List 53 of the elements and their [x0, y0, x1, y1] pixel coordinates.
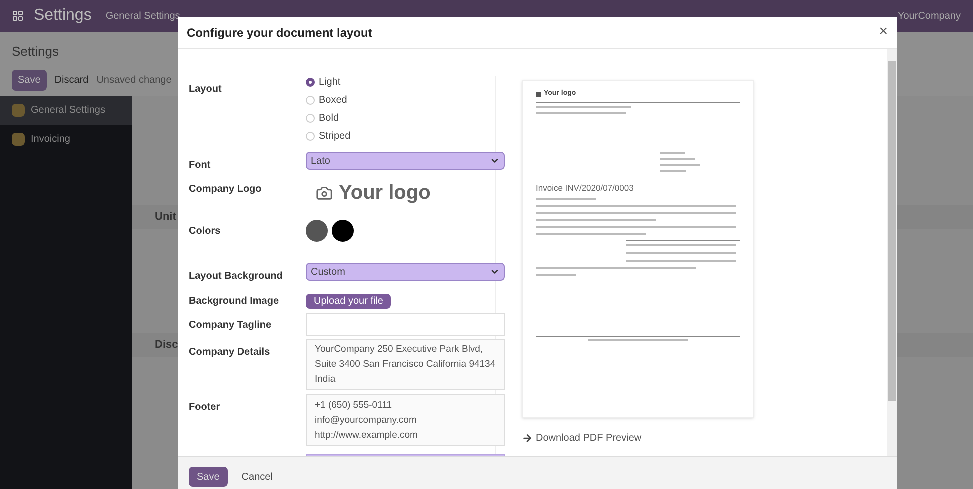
page-title: Settings — [12, 43, 60, 61]
text-line: YourCompany 250 Executive Park Blvd, — [315, 343, 484, 357]
invoice-title: Invoice INV/2020/07/0003 — [536, 182, 635, 194]
field-label: Company Tagline — [189, 320, 272, 331]
save-button[interactable]: Save — [189, 467, 228, 487]
chevron-down-icon — [490, 267, 500, 277]
apps-menu-icon[interactable] — [12, 10, 24, 22]
text-line: Suite 3400 San Francisco California 94134 — [315, 358, 496, 372]
field-label: Layout Background — [189, 271, 283, 282]
module-icon — [12, 104, 25, 117]
logo-placeholder[interactable]: Your logo — [339, 178, 431, 208]
chevron-down-icon — [490, 156, 500, 166]
radio-label: Light — [319, 76, 341, 90]
close-button[interactable]: × — [879, 21, 888, 44]
company-name: YourCompany — [898, 10, 961, 24]
unsaved-changes-text: Unsaved change — [96, 74, 172, 88]
text-line: info@yourcompany.com — [315, 414, 418, 428]
field-label: Company Details — [189, 347, 270, 358]
text-line: http://www.example.com — [315, 428, 419, 442]
tagline-input[interactable] — [306, 312, 505, 336]
discard-button[interactable]: Discard — [54, 72, 89, 88]
download-pdf-preview-link[interactable]: Download PDF Preview — [522, 431, 754, 446]
sidebar-item[interactable]: Invoicing — [0, 125, 132, 154]
breadcrumb-link[interactable]: General Settings — [106, 8, 180, 24]
radio-label: Striped — [319, 130, 351, 144]
sidebar-item[interactable]: General Settings — [0, 96, 132, 125]
module-icon — [12, 133, 25, 146]
field-label: Background Image — [189, 296, 280, 307]
radio-label: Bold — [319, 112, 340, 126]
text-line: India — [315, 373, 337, 387]
field-label: Layout — [189, 84, 222, 95]
arrow-right-icon — [522, 433, 533, 444]
app-title: Settings — [34, 6, 92, 26]
radio-label: Boxed — [319, 94, 348, 108]
scrollbar[interactable] — [887, 49, 897, 456]
camera-icon — [316, 184, 333, 202]
color-swatch[interactable] — [332, 220, 354, 242]
text-area[interactable]: +1 (650) 555-0111 info@yourcompany.com http://www.example.com — [306, 394, 505, 446]
text-line: +1 (650) 555-0111 — [315, 398, 394, 412]
dialog-title: Configure your document layout — [187, 24, 372, 42]
color-swatch[interactable] — [306, 220, 328, 242]
upload-button[interactable]: Upload your file — [306, 294, 392, 309]
cancel-button[interactable]: Cancel — [234, 467, 281, 487]
select-field[interactable]: Lato — [306, 152, 505, 170]
field-label: Colors — [189, 226, 221, 237]
save-button[interactable]: Save — [12, 70, 47, 90]
text-area[interactable]: YourCompany 250 Executive Park Blvd, Suite 3400 San Francisco California 94134 India — [306, 339, 505, 390]
field-label: Font — [189, 160, 211, 171]
radio-button[interactable] — [306, 78, 315, 87]
field-label: Company Logo — [189, 184, 262, 195]
image-icon — [536, 92, 541, 97]
field-label: Footer — [189, 402, 220, 413]
select-field[interactable]: Custom — [306, 263, 505, 281]
